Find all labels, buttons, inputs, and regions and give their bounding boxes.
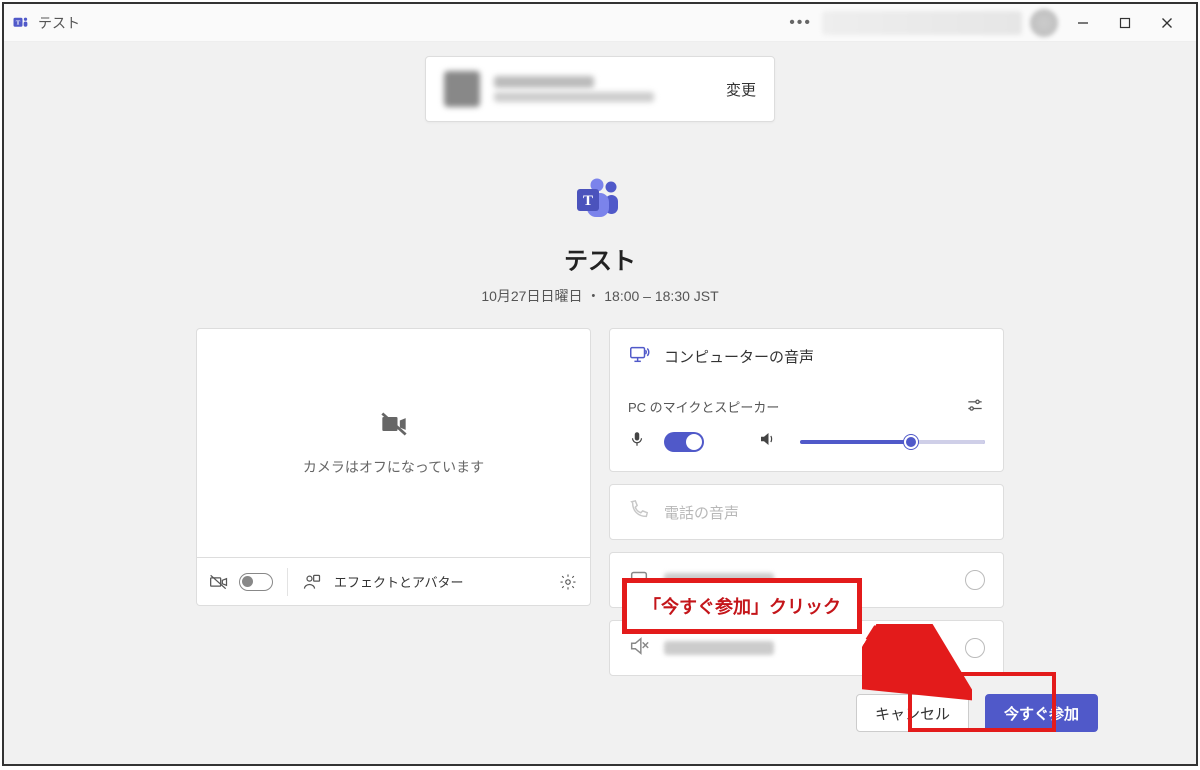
speaker-icon — [758, 430, 776, 453]
user-card: 変更 — [425, 56, 775, 122]
phone-audio-option: 電話の音声 — [609, 484, 1004, 540]
window-title: テスト — [38, 13, 80, 33]
camera-panel: カメラはオフになっています エフェクトとアバター — [196, 328, 591, 676]
teams-icon: T — [12, 14, 30, 32]
svg-text:T: T — [583, 193, 593, 209]
camera-toggle-icon — [209, 572, 229, 592]
annotation-callout: 「今すぐ参加」クリック — [622, 578, 862, 634]
camera-preview: カメラはオフになっています — [196, 328, 591, 558]
radio-icon[interactable] — [965, 638, 985, 658]
titlebar: T テスト ••• — [4, 4, 1196, 42]
phone-audio-label: 電話の音声 — [664, 502, 739, 523]
meeting-date: 10月27日日曜日 ・ 18:00 – 18:30 JST — [4, 286, 1196, 306]
user-text-blurred — [494, 76, 726, 102]
join-now-button[interactable]: 今すぐ参加 — [985, 694, 1098, 732]
camera-off-icon — [380, 410, 408, 457]
svg-text:T: T — [16, 19, 21, 26]
mic-icon — [628, 430, 646, 453]
blurred-account-area — [822, 11, 1022, 35]
gear-icon[interactable] — [558, 572, 578, 592]
effects-icon — [302, 572, 322, 592]
mute-icon — [628, 635, 650, 661]
phone-icon — [628, 499, 650, 525]
pc-mic-speaker-label: PC のマイクとスピーカー — [628, 397, 779, 416]
meeting-title: テスト — [4, 241, 1196, 276]
camera-toolbar: エフェクトとアバター — [196, 558, 591, 606]
change-user-link[interactable]: 変更 — [726, 79, 756, 100]
radio-icon[interactable] — [965, 570, 985, 590]
user-avatar-blurred — [444, 71, 480, 107]
camera-toggle[interactable] — [239, 573, 273, 591]
footer-buttons: キャンセル 今すぐ参加 — [4, 676, 1196, 732]
close-button[interactable] — [1146, 8, 1188, 38]
mic-toggle[interactable] — [664, 432, 704, 452]
app-window: T テスト ••• 変更 — [2, 2, 1198, 766]
sliders-icon[interactable] — [965, 396, 985, 416]
volume-slider[interactable] — [800, 440, 985, 444]
effects-label[interactable]: エフェクトとアバター — [334, 572, 548, 591]
content-area: 変更 T テスト 10月27日日曜日 ・ 18:00 – 18:30 JST — [4, 42, 1196, 764]
more-icon[interactable]: ••• — [789, 14, 812, 32]
computer-audio-label: コンピューターの音声 — [664, 346, 814, 367]
maximize-button[interactable] — [1104, 8, 1146, 38]
avatar[interactable] — [1030, 9, 1058, 37]
obscured-text — [664, 641, 774, 655]
computer-audio-option[interactable]: コンピューターの音声 PC のマイクとスピーカー — [609, 328, 1004, 472]
monitor-speaker-icon — [628, 343, 650, 370]
minimize-button[interactable] — [1062, 8, 1104, 38]
cancel-button[interactable]: キャンセル — [856, 694, 969, 732]
camera-off-text: カメラはオフになっています — [303, 457, 484, 477]
teams-logo: T — [4, 178, 1196, 227]
